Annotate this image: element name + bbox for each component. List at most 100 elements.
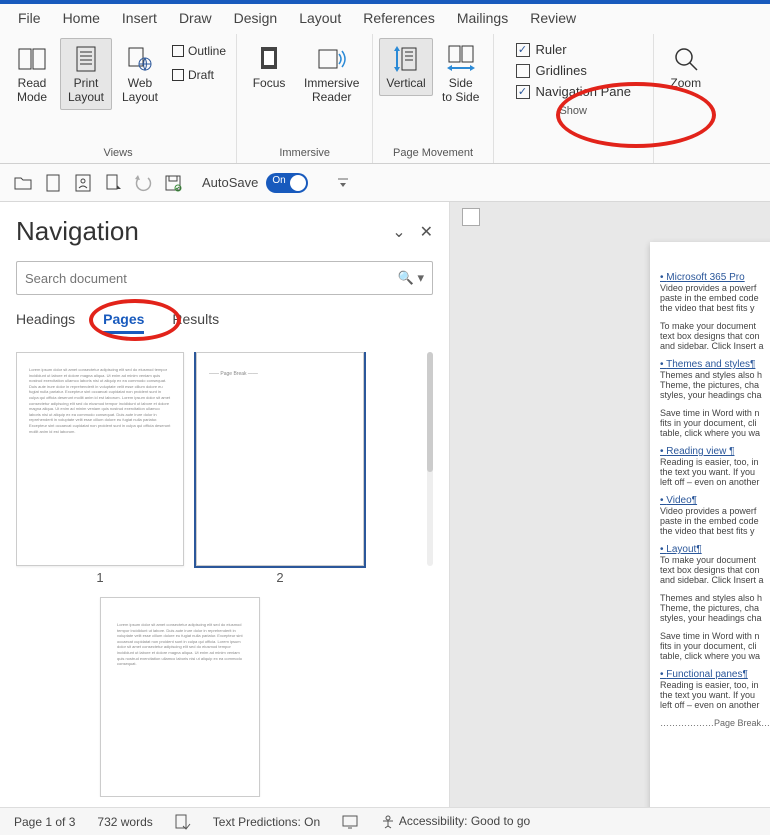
status-predictions[interactable]: Text Predictions: On <box>213 815 320 829</box>
navigation-pane: Navigation ⌄ ✕ 🔍 ▾ Headings Pages Result… <box>0 202 450 812</box>
status-bar: Page 1 of 3 732 words Text Predictions: … <box>0 807 770 835</box>
navigation-title: Navigation <box>16 216 139 247</box>
web-layout-button[interactable]: Web Layout <box>114 38 166 110</box>
doc-paragraph[interactable]: Reading view ¶Reading is easier, too, in… <box>660 446 770 487</box>
ruler-checkbox[interactable]: ✓Ruler <box>516 42 631 57</box>
nav-tab-pages[interactable]: Pages <box>103 311 144 334</box>
thumbnail-page-2[interactable]: —— Page Break —— <box>196 352 364 566</box>
spellcheck-icon[interactable] <box>175 814 191 830</box>
tab-insert[interactable]: Insert <box>122 10 157 26</box>
save-icon[interactable] <box>164 174 182 192</box>
search-input-wrap[interactable]: 🔍 ▾ <box>16 261 433 295</box>
person-icon[interactable] <box>74 174 92 192</box>
read-mode-button[interactable]: Read Mode <box>6 38 58 110</box>
thumbnail-number-1: 1 <box>96 570 103 585</box>
group-immersive: Focus Immersive Reader Immersive <box>237 34 373 163</box>
doc-paragraph[interactable]: Video¶Video provides a powerf paste in t… <box>660 495 770 536</box>
group-views-label: Views <box>103 145 132 161</box>
zoom-button[interactable]: Zoom <box>660 38 712 96</box>
doc-body-text: Themes and styles also h Theme, the pict… <box>660 593 770 623</box>
tab-draw[interactable]: Draw <box>179 10 212 26</box>
side-to-side-button[interactable]: Side to Side <box>435 38 487 110</box>
tab-home[interactable]: Home <box>63 10 100 26</box>
open-icon[interactable] <box>14 174 32 192</box>
thumbnail-page-3[interactable]: Lorem ipsum dolor sit amet consectetur a… <box>100 597 260 797</box>
tab-layout[interactable]: Layout <box>299 10 341 26</box>
thumbnail-scrollbar[interactable] <box>427 352 433 566</box>
document-canvas[interactable]: Microsoft 365 ProVideo provides a powerf… <box>450 202 770 812</box>
page-icon <box>70 43 102 75</box>
focus-button[interactable]: Focus <box>243 38 295 96</box>
immersive-reader-label: Immersive Reader <box>304 77 359 105</box>
outline-button[interactable]: Outline <box>172 42 226 60</box>
doc-heading-link[interactable]: Functional panes¶ <box>660 669 770 680</box>
status-accessibility[interactable]: Accessibility: Good to go <box>380 814 530 830</box>
doc-heading-link[interactable]: Reading view ¶ <box>660 446 770 457</box>
group-page-movement: Vertical Side to Side Page Movement <box>373 34 493 163</box>
doc-paragraph[interactable]: Themes and styles also h Theme, the pict… <box>660 593 770 623</box>
draft-button[interactable]: Draft <box>172 66 226 84</box>
undo-icon[interactable] <box>134 174 152 192</box>
magnifier-icon <box>670 43 702 75</box>
group-show-label: Show <box>559 103 587 119</box>
zoom-label: Zoom <box>670 77 701 91</box>
doc-paragraph[interactable]: Microsoft 365 ProVideo provides a powerf… <box>660 272 770 313</box>
close-icon[interactable]: ✕ <box>420 222 433 242</box>
nav-tab-results[interactable]: Results <box>172 311 219 334</box>
doc-body-text: To make your document text box designs t… <box>660 321 770 351</box>
vertical-button[interactable]: Vertical <box>379 38 432 96</box>
tab-references[interactable]: References <box>363 10 435 26</box>
nav-tab-headings[interactable]: Headings <box>16 311 75 334</box>
search-input[interactable] <box>25 271 394 286</box>
doc-body-text: Video provides a powerf paste in the emb… <box>660 283 770 313</box>
page-break-indicator: ………………Page Break… <box>660 718 770 728</box>
focus-icon <box>253 43 285 75</box>
toggle-switch-icon[interactable]: On <box>266 173 308 193</box>
ruler-corner[interactable] <box>462 208 480 226</box>
doc-paragraph[interactable]: To make your document text box designs t… <box>660 321 770 351</box>
group-page-movement-label: Page Movement <box>393 145 473 161</box>
new-file-icon[interactable] <box>44 174 62 192</box>
book-open-icon <box>16 43 48 75</box>
tab-file[interactable]: File <box>18 10 41 26</box>
autosave-toggle[interactable]: AutoSave On <box>202 173 308 193</box>
side-to-side-label: Side to Side <box>442 77 479 105</box>
doc-paragraph[interactable]: Layout¶To make your document text box de… <box>660 544 770 585</box>
immersive-reader-button[interactable]: Immersive Reader <box>297 38 366 110</box>
status-words[interactable]: 732 words <box>97 815 152 829</box>
doc-paragraph[interactable]: Save time in Word with n fits in your do… <box>660 631 770 661</box>
tab-review[interactable]: Review <box>530 10 576 26</box>
vertical-label: Vertical <box>386 77 425 91</box>
search-icon[interactable]: 🔍 ▾ <box>398 270 424 286</box>
document-page[interactable]: Microsoft 365 ProVideo provides a powerf… <box>650 242 770 812</box>
tab-mailings[interactable]: Mailings <box>457 10 508 26</box>
display-settings-icon[interactable] <box>342 814 358 830</box>
group-views: Read Mode Print Layout Web Layout Outlin… <box>0 34 237 163</box>
doc-body-text: Save time in Word with n fits in your do… <box>660 408 770 438</box>
tab-design[interactable]: Design <box>234 10 278 26</box>
globe-page-icon <box>124 43 156 75</box>
gridlines-checkbox[interactable]: Gridlines <box>516 63 631 78</box>
vertical-scroll-icon <box>390 43 422 75</box>
navigation-pane-checkbox[interactable]: ✓Navigation Pane <box>516 84 631 99</box>
chevron-down-icon[interactable]: ⌄ <box>392 222 405 242</box>
doc-body-text: Video provides a powerf paste in the emb… <box>660 506 770 536</box>
focus-label: Focus <box>253 77 286 91</box>
doc-paragraph[interactable]: Save time in Word with n fits in your do… <box>660 408 770 438</box>
doc-body-text: Reading is easier, too, in the text you … <box>660 680 770 710</box>
outline-icon <box>172 45 184 57</box>
doc-paragraph[interactable]: Functional panes¶Reading is easier, too,… <box>660 669 770 710</box>
status-page[interactable]: Page 1 of 3 <box>14 815 75 829</box>
doc-paragraph[interactable]: Themes and styles¶Themes and styles also… <box>660 359 770 400</box>
customize-qat-icon[interactable] <box>334 174 352 192</box>
doc-heading-link[interactable]: Microsoft 365 Pro <box>660 272 770 283</box>
doc-heading-link[interactable]: Layout¶ <box>660 544 770 555</box>
quick-access-toolbar: AutoSave On <box>0 164 770 202</box>
doc-body-text: To make your document text box designs t… <box>660 555 770 585</box>
doc-heading-link[interactable]: Video¶ <box>660 495 770 506</box>
web-layout-label: Web Layout <box>122 77 158 105</box>
quick-print-icon[interactable] <box>104 174 122 192</box>
doc-heading-link[interactable]: Themes and styles¶ <box>660 359 770 370</box>
thumbnail-page-1[interactable]: Lorem ipsum dolor sit amet consectetur a… <box>16 352 184 566</box>
print-layout-button[interactable]: Print Layout <box>60 38 112 110</box>
